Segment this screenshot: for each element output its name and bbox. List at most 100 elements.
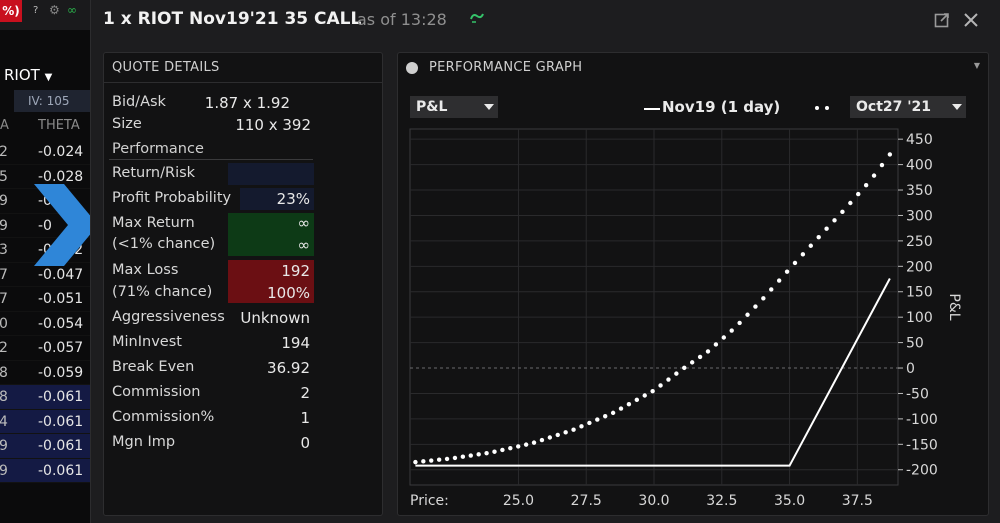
quote-details-panel: QUOTE DETAILS Bid/Ask 1.87 x 1.92 Size 1… (103, 52, 383, 516)
series-point-oct27 (492, 449, 497, 454)
background-row-key: 9 (0, 193, 8, 209)
background-column-header-a: A (0, 118, 9, 133)
background-option-row[interactable]: 9 -0.061 (0, 434, 92, 459)
bid-ask-label: Bid/Ask (112, 94, 166, 110)
background-row-theta: -0.051 (38, 291, 84, 307)
series-point-oct27 (792, 260, 798, 266)
bid-ask-value: 1.87 x 1.92 (204, 94, 290, 112)
series-point-oct27 (863, 182, 869, 188)
background-option-row[interactable]: 7 -0.051 (0, 287, 92, 312)
background-option-row[interactable]: 8 -0.059 (0, 361, 92, 385)
series-point-oct27 (610, 410, 616, 416)
series-point-oct27 (468, 453, 473, 458)
series-point-oct27 (816, 234, 821, 240)
series-point-oct27 (516, 444, 521, 449)
window-titlebar[interactable]: 1 x RIOT Nov19'21 35 CALL as of 13:28 (91, 0, 1000, 38)
series-point-oct27 (523, 442, 529, 447)
series-point-oct27 (508, 445, 513, 451)
performance-section-label: Performance (112, 141, 204, 157)
popout-icon[interactable] (934, 12, 950, 28)
size-value: 110 x 392 (235, 116, 311, 134)
series-point-oct27 (800, 252, 806, 257)
series-point-oct27 (476, 452, 481, 457)
series-point-oct27 (539, 437, 545, 443)
background-row-key: 8 (0, 389, 8, 405)
background-row-key: 3 (0, 242, 8, 258)
max-loss-chance: (71% chance) (112, 284, 213, 300)
max-loss-value: 192 (281, 262, 310, 280)
background-column-header-theta: THETA (38, 118, 80, 133)
series-point-oct27 (808, 243, 813, 248)
background-row-theta: -0.028 (38, 168, 84, 185)
margin-impact-label: Mgn Imp (112, 434, 176, 450)
series-line-nov19 (415, 278, 891, 467)
series-point-oct27 (444, 456, 450, 462)
break-even-label: Break Even (112, 359, 195, 375)
help-icon[interactable]: ? (33, 5, 38, 16)
series-point-oct27 (460, 454, 466, 459)
y-tick-label: 150 (906, 285, 933, 301)
series-point-oct27 (658, 383, 663, 388)
series-point-oct27 (729, 328, 734, 333)
series-point-oct27 (745, 312, 750, 317)
y-tick-label: -150 (906, 437, 938, 453)
series-point-oct27 (429, 458, 434, 463)
background-row-theta: -0.059 (38, 364, 84, 381)
window-title: 1 x RIOT Nov19'21 35 CALL (103, 9, 362, 29)
background-row-theta: -0.024 (38, 144, 84, 160)
max-loss-label: Max Loss (112, 262, 179, 278)
background-option-row[interactable]: 8 -0.061 (0, 385, 92, 410)
section-divider (109, 159, 313, 160)
y-tick-label: 200 (906, 259, 933, 275)
series-point-oct27 (761, 296, 766, 301)
aggressiveness-value: Unknown (240, 309, 310, 327)
performance-graph-panel: PERFORMANCE GRAPH ▼ P&L Nov19 (1 day) Oc… (397, 52, 989, 516)
mininvest-value: 194 (281, 334, 310, 352)
margin-impact-value: 0 (300, 434, 310, 452)
background-row-key: 9 (0, 438, 8, 454)
series-point-oct27 (500, 447, 505, 453)
y-tick-label: -50 (906, 386, 929, 402)
commission-label: Commission (112, 384, 201, 400)
background-option-row[interactable]: 7 -0.047 (0, 263, 92, 287)
background-red-badge: %) (0, 0, 22, 22)
y-tick-label: 400 (906, 158, 933, 174)
background-option-row[interactable]: 4 -0.061 (0, 409, 92, 434)
y-tick-label: 50 (906, 336, 924, 352)
background-row-key: 9 (0, 217, 8, 234)
option-details-window: 1 x RIOT Nov19'21 35 CALL as of 13:28 QU… (90, 0, 1000, 523)
background-option-row[interactable]: 9 -0.061 (0, 458, 92, 483)
link-icon[interactable]: ∞ (67, 3, 77, 17)
series-point-oct27 (697, 354, 703, 360)
y-tick-label: -100 (906, 412, 938, 428)
background-row-key: 7 (0, 266, 8, 283)
background-option-row[interactable]: 2 -0.057 (0, 336, 92, 361)
quote-details-header[interactable]: QUOTE DETAILS (104, 53, 382, 83)
background-row-key: 5 (0, 168, 8, 185)
background-row-key: 4 (0, 413, 8, 430)
return-risk-label: Return/Risk (112, 165, 196, 181)
max-return-chance: (<1% chance) (112, 236, 216, 252)
series-point-oct27 (531, 440, 537, 445)
background-option-row[interactable]: 2 -0.024 (0, 140, 92, 165)
background-symbol-selector[interactable]: RIOT ▼ (4, 66, 52, 84)
x-tick-label: 37.5 (842, 493, 873, 509)
series-point-oct27 (571, 427, 576, 432)
series-point-oct27 (784, 269, 790, 274)
background-option-row[interactable]: 0 -0.054 (0, 312, 92, 336)
background-iv-label: IV: 105 (14, 90, 92, 112)
pnl-chart[interactable]: 25.0 27.5 30.0 32.5 35.0 37.5 -200 -150 -100 -50 0… (398, 53, 990, 517)
series-point-oct27 (682, 365, 687, 371)
live-refresh-icon[interactable] (469, 10, 485, 26)
y-tick-label: 350 (906, 183, 933, 199)
close-icon[interactable] (962, 11, 980, 29)
gear-icon[interactable]: ⚙ (49, 3, 60, 17)
series-point-oct27 (484, 450, 489, 456)
arrow-pointer-icon (34, 184, 98, 266)
max-return-label: Max Return (112, 215, 195, 231)
series-point-oct27 (769, 287, 774, 292)
series-point-oct27 (436, 457, 442, 462)
background-symbol-text: RIOT (4, 66, 40, 84)
as-of-timestamp: as of 13:28 (357, 10, 447, 29)
size-label: Size (112, 116, 142, 132)
